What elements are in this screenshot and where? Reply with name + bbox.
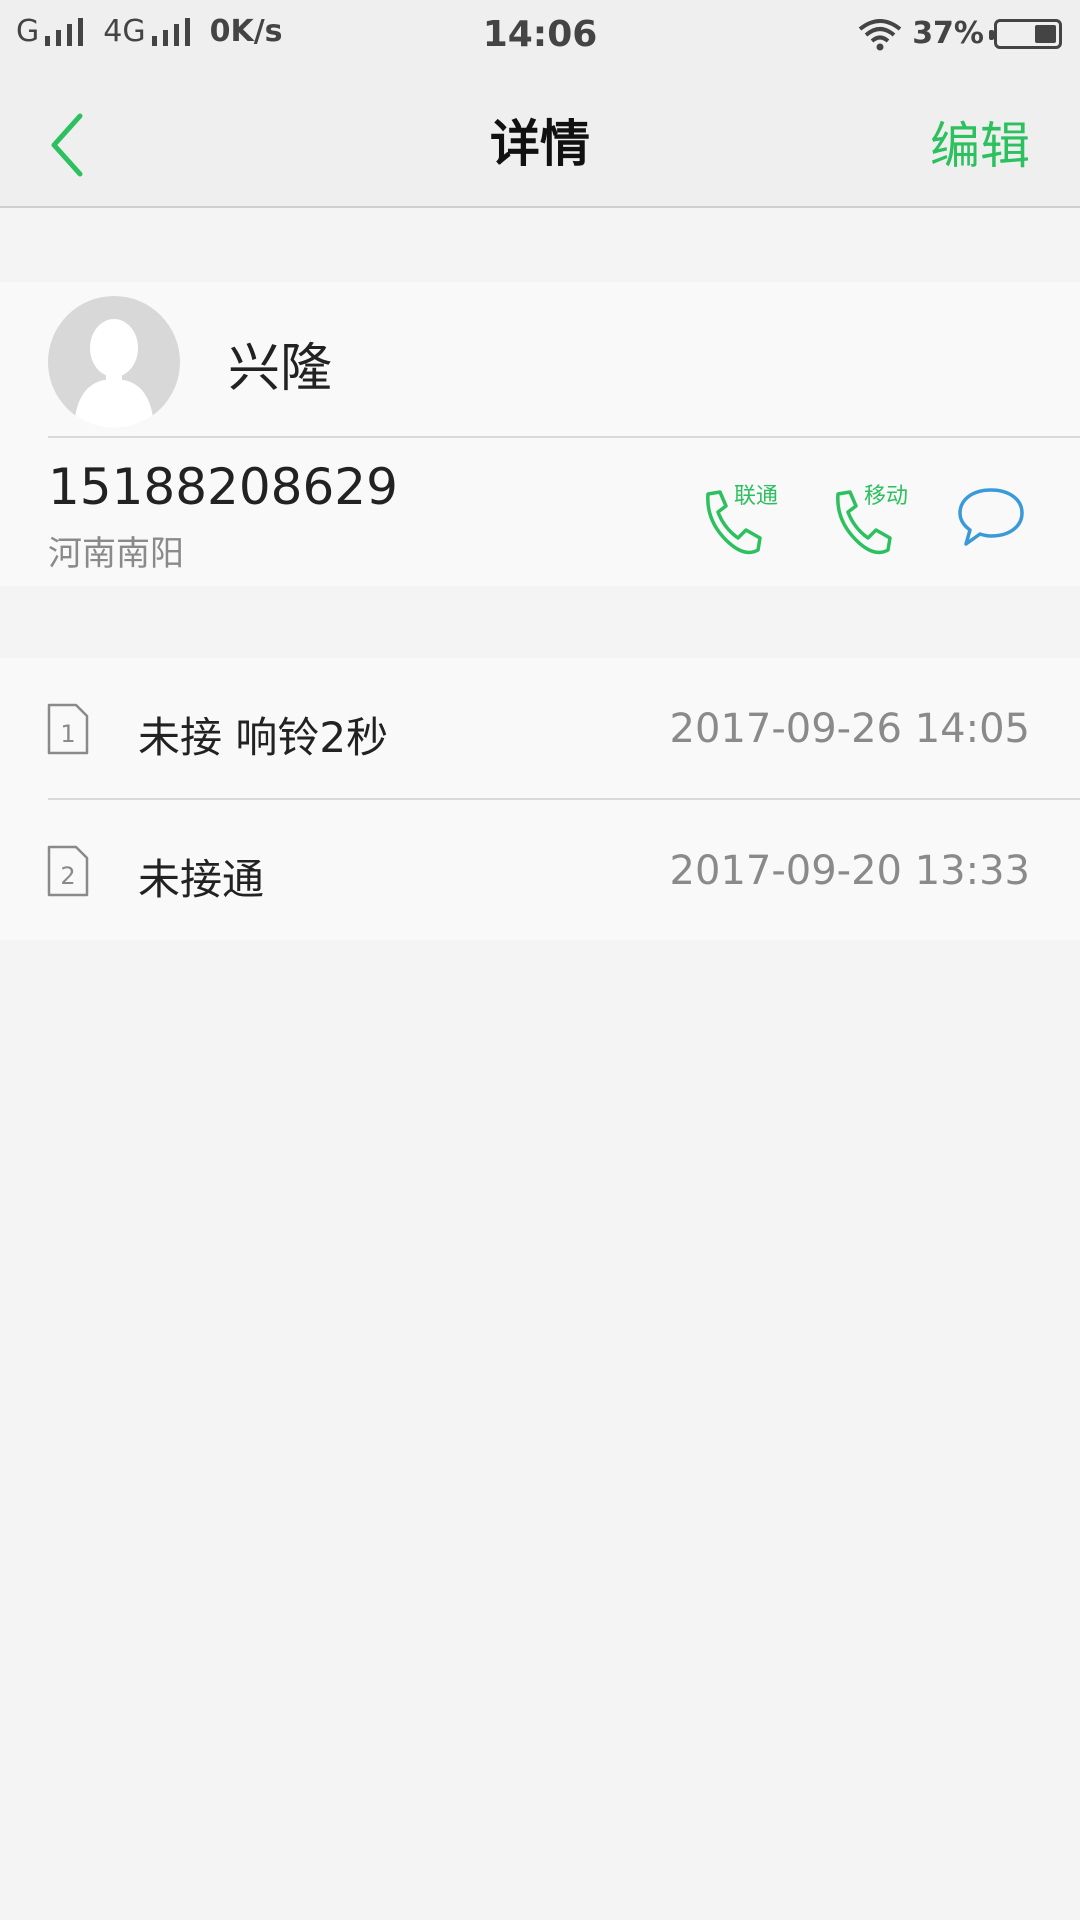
call-unicom-button[interactable]: 联通 [698, 478, 788, 558]
call-log: 1 未接 响铃2秒 2017-09-26 14:05 2 未接通 2017-09… [0, 658, 1080, 940]
edit-button[interactable]: 编辑 [930, 106, 1030, 178]
call-status: 未接 响铃2秒 [138, 713, 389, 762]
title-bar: 详情 编辑 [0, 74, 1080, 208]
status-bar: G 4G 0K/s 14:06 37% [0, 0, 1080, 74]
carrier-label: 移动 [864, 484, 909, 509]
call-mobile-button[interactable]: 移动 [828, 478, 918, 558]
wifi-icon [858, 18, 902, 50]
battery-level [1035, 24, 1056, 43]
avatar [48, 296, 180, 428]
call-status: 未接通 [138, 855, 265, 904]
page-title: 详情 [490, 115, 590, 173]
sim-number: 2 [60, 862, 75, 890]
message-button[interactable] [956, 482, 1026, 552]
sim-card-1-icon: 1 [47, 703, 89, 755]
battery-icon [989, 18, 1062, 49]
chat-bubble-icon [958, 488, 1024, 546]
sim-number: 1 [60, 720, 75, 748]
status-right: 37% [858, 16, 1062, 51]
contact-card: 兴隆 15188208629 河南南阳 联通 移动 [0, 282, 1080, 586]
phone-number[interactable]: 15188208629 [48, 458, 398, 516]
divider [48, 436, 1080, 438]
call-log-row[interactable]: 2 未接通 2017-09-20 13:33 [0, 800, 1080, 940]
call-datetime: 2017-09-20 13:33 [669, 848, 1030, 894]
battery-percent: 37% [912, 16, 984, 51]
sim-card-2-icon: 2 [47, 845, 89, 897]
person-silhouette-icon [74, 319, 154, 428]
call-datetime: 2017-09-26 14:05 [669, 706, 1030, 752]
carrier-label: 联通 [734, 484, 779, 509]
phone-location: 河南南阳 [48, 534, 184, 574]
call-log-row[interactable]: 1 未接 响铃2秒 2017-09-26 14:05 [0, 658, 1080, 800]
contact-name: 兴隆 [228, 339, 333, 399]
